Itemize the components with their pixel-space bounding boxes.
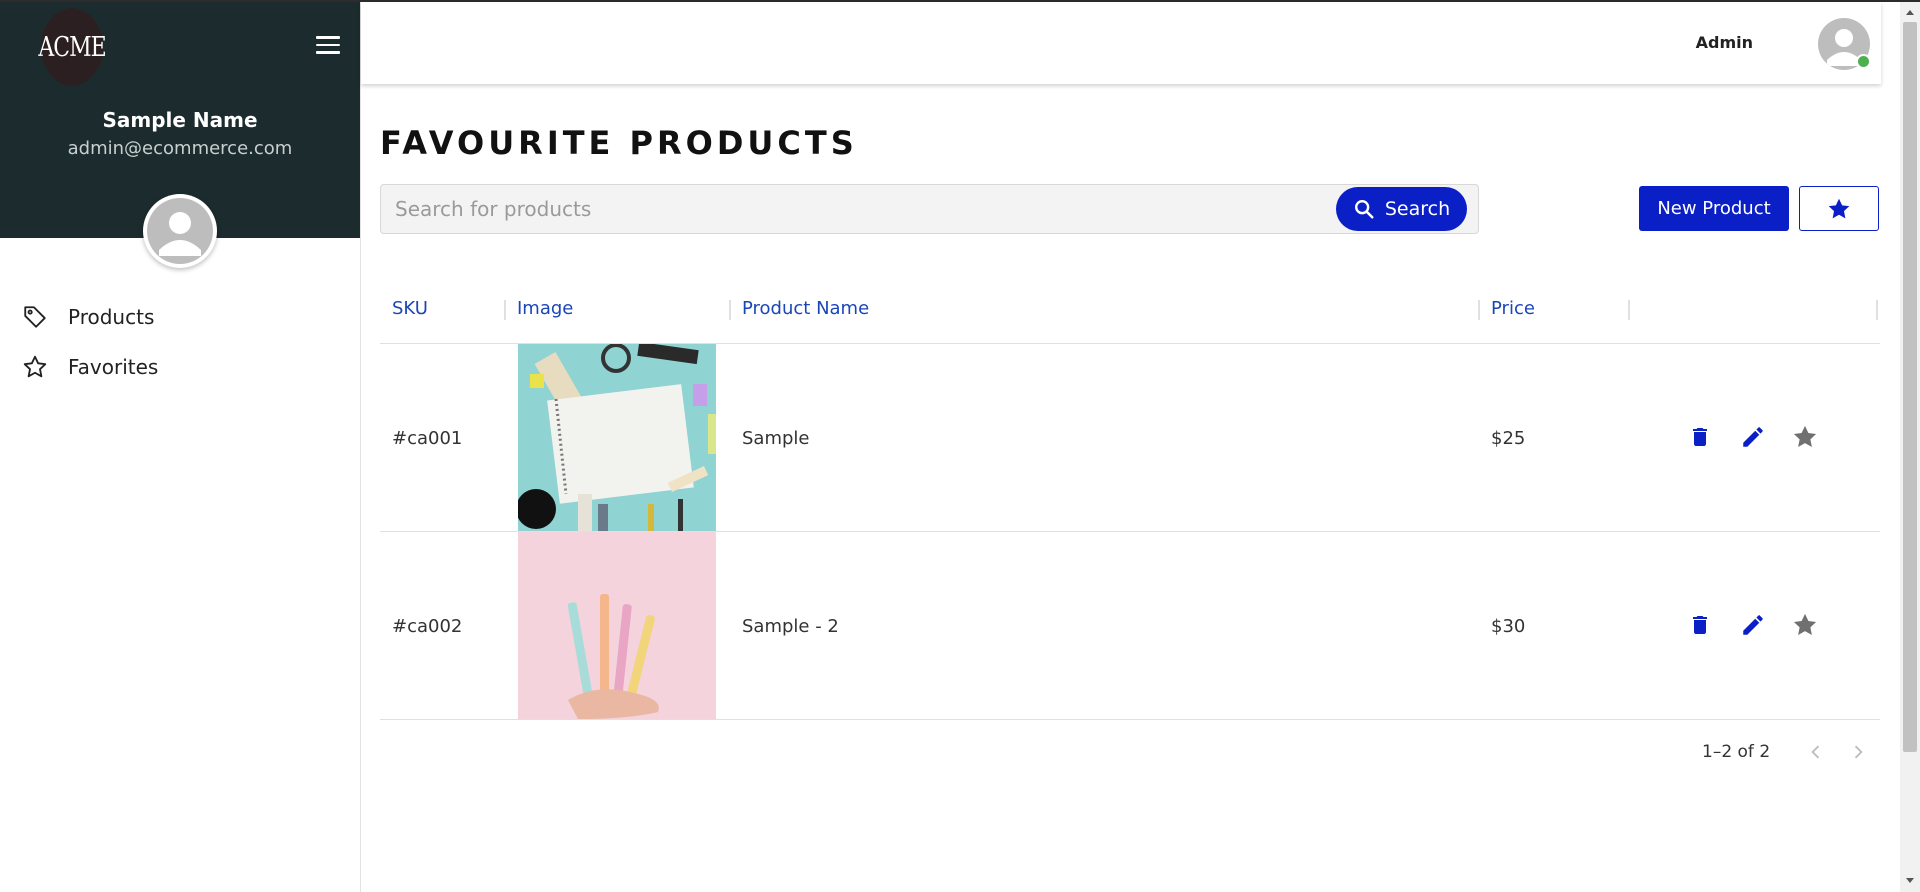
trash-icon (1693, 616, 1707, 634)
column-header-sku[interactable]: SKU (392, 298, 428, 319)
column-header-image[interactable]: Image (517, 298, 573, 319)
user-icon (147, 198, 213, 264)
next-page-button[interactable] (1846, 740, 1870, 764)
column-header-product-name[interactable]: Product Name (742, 298, 869, 319)
star-icon (1793, 613, 1817, 636)
scrollbar-thumb[interactable] (1903, 22, 1917, 752)
table-header: SKU Image Product Name Price (380, 280, 1880, 344)
sidebar-item-products[interactable]: Products (0, 292, 360, 342)
delete-button[interactable] (1685, 610, 1715, 640)
star-outline-icon (22, 354, 48, 380)
pagination-range: 1–2 of 2 (1702, 742, 1771, 762)
search-button[interactable]: Search (1336, 187, 1467, 231)
menu-icon[interactable] (316, 36, 340, 54)
chevron-left-icon (1811, 745, 1820, 759)
new-product-button[interactable]: New Product (1639, 186, 1789, 231)
sidebar-avatar (143, 194, 217, 268)
edit-button[interactable] (1738, 422, 1768, 452)
sku-cell: #ca002 (392, 615, 463, 637)
column-separator[interactable] (1478, 300, 1480, 320)
favorites-filter-button[interactable] (1799, 186, 1879, 231)
admin-label: Admin (1695, 33, 1753, 52)
pencil-icon (1743, 615, 1763, 635)
search-bar: Search (380, 184, 1479, 234)
sku-cell: #ca001 (392, 427, 463, 449)
chevron-right-icon (1854, 745, 1863, 759)
trash-icon (1693, 428, 1707, 446)
sidebar-user-email: admin@ecommerce.com (67, 138, 293, 159)
search-button-label: Search (1384, 198, 1451, 220)
search-icon (1354, 200, 1374, 219)
sidebar-item-label: Products (68, 305, 155, 329)
column-separator[interactable] (729, 300, 731, 320)
delete-button[interactable] (1685, 422, 1715, 452)
new-product-label: New Product (1657, 198, 1771, 219)
column-separator[interactable] (504, 300, 506, 320)
sidebar-item-favorites[interactable]: Favorites (0, 342, 360, 392)
page-title: FAVOURITE PRODUCTS (380, 124, 858, 162)
scroll-down-icon[interactable] (1906, 878, 1914, 883)
price-cell: $25 (1491, 427, 1526, 449)
star-icon (1793, 425, 1817, 448)
table-row[interactable]: #ca001 Sample $25 (380, 344, 1880, 532)
favorite-toggle-button[interactable] (1790, 610, 1820, 640)
sidebar-item-label: Favorites (68, 355, 159, 379)
favorite-toggle-button[interactable] (1790, 422, 1820, 452)
product-image (518, 344, 716, 531)
products-table: SKU Image Product Name Price #ca001 Samp… (380, 280, 1880, 720)
table-row[interactable]: #ca002 Sample - 2 $30 (380, 532, 1880, 720)
sidebar-user-name: Sample Name (102, 108, 258, 132)
acme-logo[interactable]: ACME (38, 8, 107, 86)
sidebar: ACME Sample Name admin@ecommerce.com Pro… (0, 2, 361, 892)
product-image (518, 532, 716, 719)
edit-button[interactable] (1738, 610, 1768, 640)
previous-page-button[interactable] (1804, 740, 1828, 764)
sidebar-nav: Products Favorites (0, 292, 360, 392)
page-scrollbar[interactable] (1900, 2, 1920, 892)
column-header-price[interactable]: Price (1491, 298, 1535, 319)
column-separator[interactable] (1876, 300, 1878, 320)
top-header: Admin (361, 2, 1881, 84)
search-input[interactable] (395, 185, 1295, 233)
product-name-cell: Sample (742, 427, 810, 449)
star-icon (1828, 198, 1850, 218)
tag-icon (22, 304, 48, 330)
scroll-up-icon[interactable] (1906, 10, 1914, 15)
online-status-dot (1856, 54, 1871, 69)
column-separator[interactable] (1628, 300, 1630, 320)
pencil-icon (1743, 427, 1763, 447)
price-cell: $30 (1491, 615, 1526, 637)
product-name-cell: Sample - 2 (742, 615, 839, 637)
